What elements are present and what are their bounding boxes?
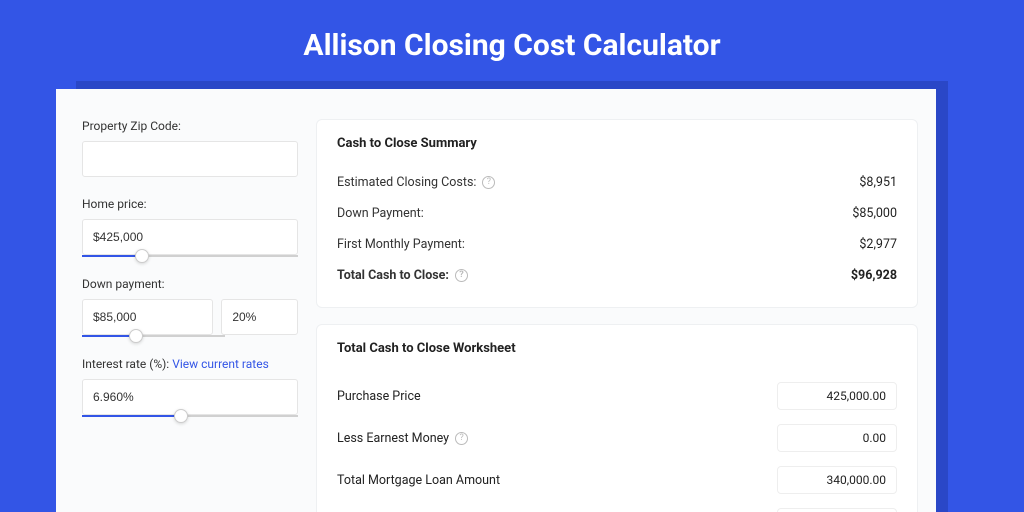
- slider-fill: [82, 415, 181, 417]
- down-payment-label: Down payment:: [82, 277, 298, 291]
- worksheet-row-value: 0.00: [777, 424, 897, 452]
- interest-rate-input[interactable]: [82, 379, 298, 415]
- help-icon[interactable]: ?: [455, 269, 468, 282]
- summary-row-value: $2,977: [859, 237, 897, 252]
- slider-thumb[interactable]: [129, 329, 143, 343]
- slider-fill: [82, 335, 136, 337]
- worksheet-row-label: Less Earnest Money: [337, 431, 449, 446]
- home-price-input[interactable]: [82, 219, 298, 255]
- home-price-field: Home price:: [82, 197, 298, 257]
- interest-label-text: Interest rate (%):: [82, 357, 172, 371]
- slider-fill: [82, 255, 142, 257]
- down-payment-pct-input[interactable]: [221, 299, 298, 335]
- view-rates-link[interactable]: View current rates: [172, 357, 269, 371]
- worksheet-row: Purchase Price 425,000.00: [337, 372, 897, 414]
- slider-thumb[interactable]: [174, 409, 188, 423]
- inputs-column: Property Zip Code: Home price: Down paym…: [82, 119, 298, 512]
- home-price-slider[interactable]: [82, 255, 298, 257]
- home-price-label: Home price:: [82, 197, 298, 211]
- worksheet-row: Total Mortgage Loan Amount 340,000.00: [337, 456, 897, 498]
- summary-row: Estimated Closing Costs: ? $8,951: [337, 167, 897, 198]
- worksheet-card: Total Cash to Close Worksheet Purchase P…: [316, 324, 918, 512]
- down-payment-input[interactable]: [82, 299, 213, 335]
- interest-rate-label: Interest rate (%): View current rates: [82, 357, 298, 371]
- down-payment-slider[interactable]: [82, 335, 225, 337]
- slider-thumb[interactable]: [135, 249, 149, 263]
- worksheet-row-value: 0.00: [777, 508, 897, 512]
- worksheet-row-label: Total Mortgage Loan Amount: [337, 473, 500, 488]
- interest-rate-field: Interest rate (%): View current rates: [82, 357, 298, 417]
- summary-card: Cash to Close Summary Estimated Closing …: [316, 119, 918, 308]
- results-column: Cash to Close Summary Estimated Closing …: [316, 119, 918, 512]
- down-payment-field: Down payment:: [82, 277, 298, 337]
- help-icon[interactable]: ?: [455, 432, 468, 445]
- worksheet-row: Less Earnest Money ? 0.00: [337, 414, 897, 456]
- calculator-panel: Property Zip Code: Home price: Down paym…: [56, 89, 936, 512]
- worksheet-heading: Total Cash to Close Worksheet: [337, 341, 897, 356]
- worksheet-row-label: Purchase Price: [337, 389, 421, 404]
- summary-row-label: Estimated Closing Costs:: [337, 175, 476, 190]
- worksheet-row: Total Second Mortgage Amount ? 0.00: [337, 498, 897, 512]
- help-icon[interactable]: ?: [482, 176, 495, 189]
- summary-row-value: $8,951: [859, 175, 897, 190]
- zip-label: Property Zip Code:: [82, 119, 298, 133]
- worksheet-row-value: 425,000.00: [777, 382, 897, 410]
- summary-row: First Monthly Payment: $2,977: [337, 229, 897, 260]
- panel-shadow: Property Zip Code: Home price: Down paym…: [76, 81, 948, 512]
- summary-row-label: Down Payment:: [337, 206, 424, 221]
- summary-total-value: $96,928: [851, 268, 897, 283]
- summary-row-label: First Monthly Payment:: [337, 237, 465, 252]
- zip-input[interactable]: [82, 141, 298, 177]
- summary-total-row: Total Cash to Close: ? $96,928: [337, 260, 897, 291]
- summary-heading: Cash to Close Summary: [337, 136, 897, 151]
- summary-row: Down Payment: $85,000: [337, 198, 897, 229]
- summary-row-value: $85,000: [852, 206, 897, 221]
- interest-rate-slider[interactable]: [82, 415, 298, 417]
- summary-total-label: Total Cash to Close:: [337, 268, 449, 283]
- page-title: Allison Closing Cost Calculator: [0, 0, 1024, 81]
- worksheet-row-value: 340,000.00: [777, 466, 897, 494]
- zip-field: Property Zip Code:: [82, 119, 298, 177]
